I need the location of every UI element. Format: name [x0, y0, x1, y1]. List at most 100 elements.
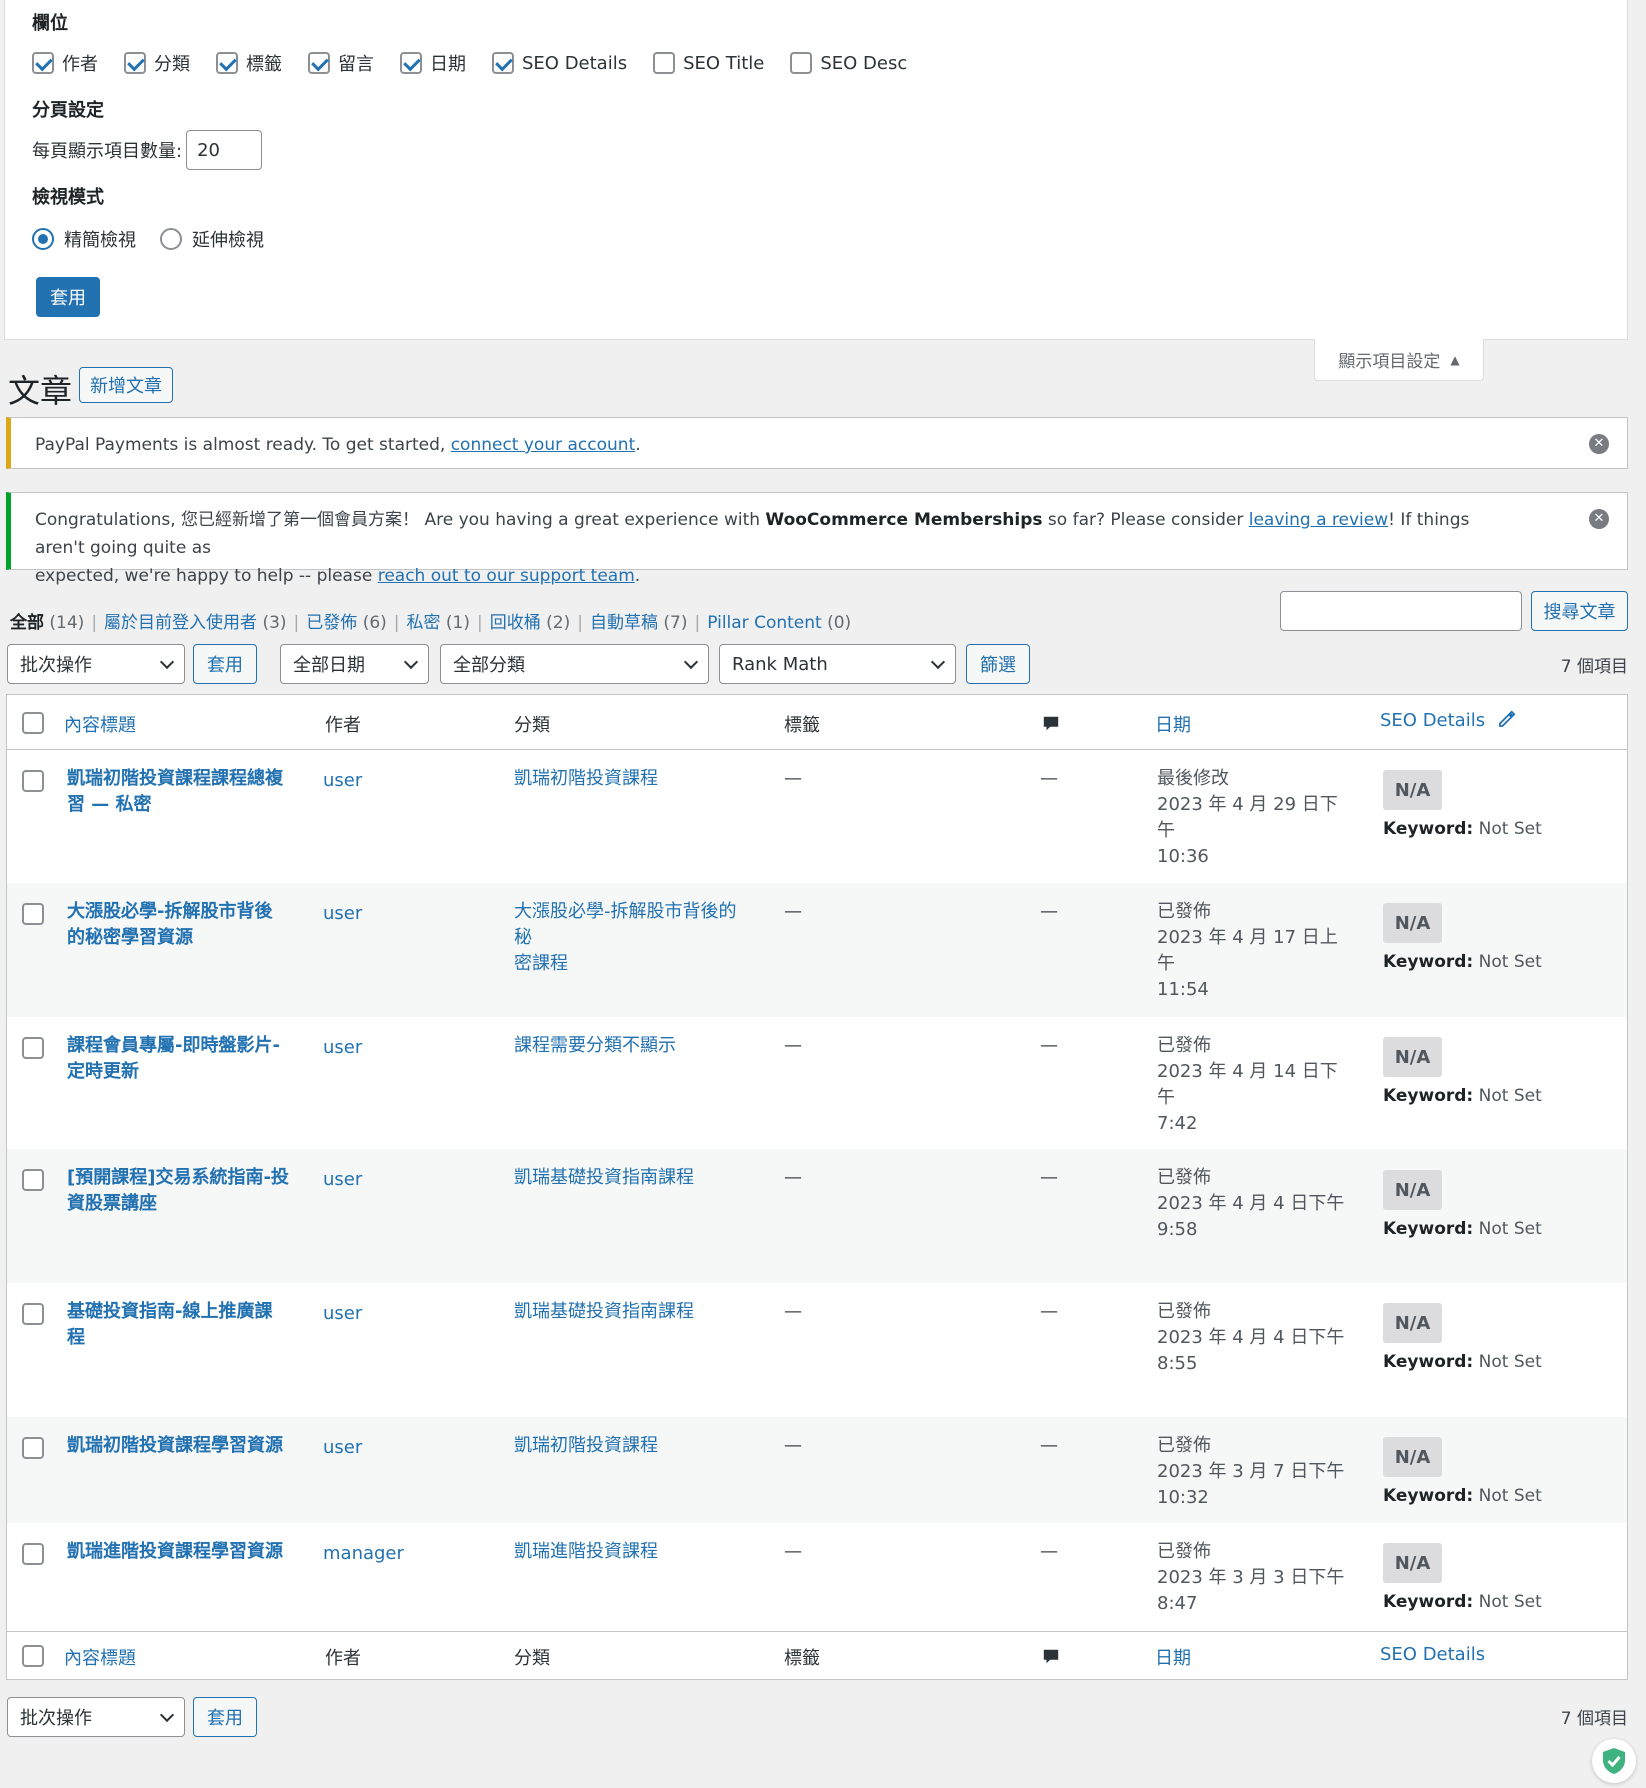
author-link[interactable]: user	[323, 901, 362, 927]
support-team-link[interactable]: reach out to our support team	[378, 566, 635, 586]
checkbox[interactable]	[492, 52, 514, 74]
category-link[interactable]: 課程需要分類不顯示	[514, 1033, 754, 1059]
view-mine[interactable]: 屬於目前登入使用者	[104, 613, 257, 633]
dismiss-icon[interactable]: ✕	[1589, 434, 1609, 454]
view-published[interactable]: 已發佈	[306, 613, 357, 633]
per-page-input[interactable]	[186, 130, 263, 170]
screen-options-apply-button[interactable]: 套用	[36, 277, 100, 317]
seo-keyword: Keyword: Not Set	[1383, 1592, 1542, 1612]
category-link[interactable]: 凱瑞基礎投資指南課程	[514, 1165, 754, 1191]
radio[interactable]	[160, 228, 182, 250]
row-checkbox[interactable]	[22, 1303, 44, 1325]
seo-details-header[interactable]: SEO Details	[1380, 1644, 1485, 1665]
dismiss-icon[interactable]: ✕	[1589, 509, 1609, 529]
view-auto-draft[interactable]: 自動草稿	[590, 613, 658, 633]
post-search-input[interactable]	[1280, 591, 1522, 631]
column-toggle-seo-title[interactable]: SEO Title	[653, 52, 764, 74]
category-link[interactable]: 凱瑞初階投資課程	[514, 766, 754, 792]
author-link[interactable]: user	[323, 1301, 362, 1327]
post-title-link[interactable]: 凱瑞初階投資課程學習資源	[67, 1433, 299, 1459]
pencil-icon[interactable]	[1497, 709, 1517, 729]
post-title-link[interactable]: 凱瑞初階投資課程課程總複習 — 私密	[67, 766, 299, 818]
category-link[interactable]: 凱瑞進階投資課程	[514, 1539, 754, 1565]
row-checkbox[interactable]	[22, 770, 44, 792]
row-checkbox[interactable]	[22, 903, 44, 925]
seo-score-badge[interactable]: N/A	[1383, 903, 1442, 943]
seo-score-badge[interactable]: N/A	[1383, 1437, 1442, 1477]
view-pillar-content[interactable]: Pillar Content	[707, 613, 821, 633]
column-toggle-comments[interactable]: 留言	[308, 50, 374, 76]
seo-score-badge[interactable]: N/A	[1383, 1543, 1442, 1583]
row-checkbox[interactable]	[22, 1543, 44, 1565]
checkbox[interactable]	[400, 52, 422, 74]
category-link[interactable]: 凱瑞初階投資課程	[514, 1433, 754, 1459]
column-toggle-author[interactable]: 作者	[32, 50, 98, 76]
sort-title-header[interactable]: 內容標題	[64, 1644, 136, 1670]
seo-score-badge[interactable]: N/A	[1383, 1170, 1442, 1210]
column-toggle-date[interactable]: 日期	[400, 50, 466, 76]
screen-options-toggle[interactable]: 顯示項目設定 ▲	[1314, 339, 1484, 381]
view-trash[interactable]: 回收桶	[490, 613, 541, 633]
bulk-action-select-bottom[interactable]: 批次操作	[7, 1697, 185, 1737]
radio[interactable]	[32, 228, 54, 250]
leave-review-link[interactable]: leaving a review	[1249, 510, 1388, 530]
author-link[interactable]: user	[323, 1035, 362, 1061]
row-checkbox[interactable]	[22, 1437, 44, 1459]
bulk-action-select[interactable]: 批次操作	[7, 644, 185, 684]
select-all-checkbox[interactable]	[22, 712, 44, 734]
author-link[interactable]: user	[323, 1435, 362, 1461]
view-private[interactable]: 私密	[407, 613, 441, 633]
seo-keyword: Keyword: Not Set	[1383, 1219, 1542, 1239]
column-toggle-tags[interactable]: 標籤	[216, 50, 282, 76]
checkbox[interactable]	[790, 52, 813, 74]
tags-header: 標籤	[784, 1648, 820, 1669]
column-toggle-seo-desc[interactable]: SEO Desc	[790, 52, 907, 74]
checkbox[interactable]	[216, 52, 238, 74]
checkbox[interactable]	[308, 52, 330, 74]
sort-date-header[interactable]: 日期	[1155, 1644, 1191, 1670]
category-link[interactable]: 凱瑞基礎投資指南課程	[514, 1299, 754, 1325]
sort-date-header[interactable]: 日期	[1155, 711, 1191, 737]
row-checkbox[interactable]	[22, 1169, 44, 1191]
view-mode-compact[interactable]: 精簡檢視	[32, 226, 136, 252]
post-title-link[interactable]: 基礎投資指南-線上推廣課程	[67, 1299, 299, 1351]
shield-check-icon[interactable]	[1592, 1739, 1636, 1783]
filter-button[interactable]: 篩選	[966, 644, 1030, 684]
author-link[interactable]: user	[323, 768, 362, 794]
post-title-link[interactable]: 大漲股必學-拆解股市背後 的秘密學習資源	[67, 899, 299, 951]
connect-account-link[interactable]: connect your account	[451, 435, 636, 455]
author-link[interactable]: user	[323, 1167, 362, 1193]
seo-filter-select[interactable]: Rank Math	[719, 644, 956, 684]
column-toggle-categories[interactable]: 分類	[124, 50, 190, 76]
post-title-link[interactable]: 課程會員專屬-即時盤影片- 定時更新	[67, 1033, 299, 1085]
category-filter-select[interactable]: 全部分類	[440, 644, 709, 684]
select-all-checkbox[interactable]	[22, 1645, 44, 1667]
sort-title-header[interactable]: 內容標題	[64, 711, 136, 737]
checkbox[interactable]	[32, 52, 54, 74]
post-title-link[interactable]: [預開課程]交易系統指南-投 資股票講座	[67, 1165, 299, 1217]
checkbox[interactable]	[653, 52, 676, 74]
comment-bubble-icon	[1043, 1649, 1059, 1664]
seo-score-badge[interactable]: N/A	[1383, 1037, 1442, 1077]
checkbox[interactable]	[124, 52, 146, 74]
seo-keyword: Keyword: Not Set	[1383, 952, 1542, 972]
seo-details-header[interactable]: SEO Details	[1380, 709, 1517, 731]
category-link[interactable]: 大漲股必學-拆解股市背後的秘 密課程	[514, 899, 754, 977]
bulk-apply-button[interactable]: 套用	[193, 644, 257, 684]
search-posts-button[interactable]: 搜尋文章	[1531, 591, 1628, 631]
author-header: 作者	[325, 1648, 361, 1669]
author-link[interactable]: manager	[323, 1541, 404, 1567]
comments-value: —	[1040, 1301, 1058, 1322]
per-page-label: 每頁顯示項目數量:	[32, 141, 183, 162]
view-all[interactable]: 全部	[10, 613, 44, 633]
bulk-apply-button-bottom[interactable]: 套用	[193, 1697, 257, 1737]
date-filter-select[interactable]: 全部日期	[280, 644, 429, 684]
seo-score-badge[interactable]: N/A	[1383, 1303, 1442, 1343]
view-mode-extended[interactable]: 延伸檢視	[160, 226, 264, 252]
post-title-link[interactable]: 凱瑞進階投資課程學習資源	[67, 1539, 299, 1565]
column-toggle-seo-details[interactable]: SEO Details	[492, 52, 627, 74]
add-new-post-button[interactable]: 新增文章	[79, 367, 173, 403]
columns-heading: 欄位	[32, 13, 68, 34]
row-checkbox[interactable]	[22, 1037, 44, 1059]
seo-score-badge[interactable]: N/A	[1383, 770, 1442, 810]
